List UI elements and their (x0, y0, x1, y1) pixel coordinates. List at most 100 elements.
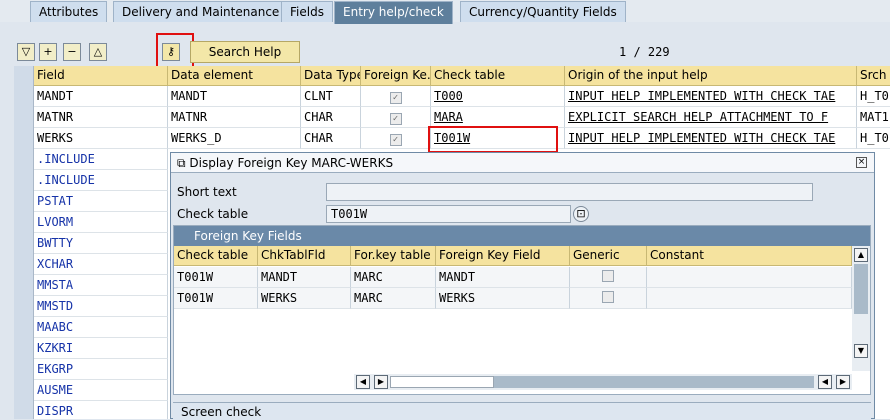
field-cell[interactable]: MMSTA (34, 275, 168, 296)
foreign-key-checkbox[interactable]: ✓ (361, 107, 431, 128)
fk-col-generic[interactable]: Generic (570, 246, 647, 266)
data-element-cell[interactable]: MANDT (168, 86, 301, 107)
fk-forkey-table-cell: MARC (351, 288, 436, 309)
scroll-left-icon[interactable]: ◀ (818, 375, 832, 389)
fk-col-constant[interactable]: Constant (647, 246, 852, 266)
short-text-field[interactable] (326, 183, 813, 201)
fk-col-chktablfld[interactable]: ChkTablFld (258, 246, 351, 266)
select-all-icon[interactable]: ▽ (17, 43, 35, 61)
check-table-link[interactable]: MARA (431, 107, 565, 128)
search-help-cell[interactable]: MAT1 (857, 107, 890, 128)
fk-check-table-cell: T001W (174, 267, 258, 288)
scroll-up-icon[interactable]: ▲ (854, 248, 868, 262)
data-type-cell: CHAR (301, 107, 361, 128)
tab-entry-help-check[interactable]: Entry help/check (334, 1, 453, 24)
col-foreign-key[interactable]: Foreign Ke.. (361, 66, 431, 86)
col-origin-input-help[interactable]: Origin of the input help (565, 66, 857, 86)
fk-constant-cell (647, 288, 852, 309)
data-type-cell: CHAR (301, 128, 361, 149)
fk-generic-checkbox[interactable] (570, 267, 647, 288)
fk-generic-checkbox[interactable] (570, 288, 647, 309)
fk-check-table-cell: T001W (174, 288, 258, 309)
scroll-right-icon[interactable]: ▶ (836, 375, 850, 389)
fk-constant-cell (647, 267, 852, 288)
field-cell[interactable]: XCHAR (34, 254, 168, 275)
screen-check-tab[interactable]: Screen check (173, 402, 871, 420)
data-type-cell: CLNT (301, 86, 361, 107)
screen-check-label: Screen check (181, 405, 262, 419)
tab-attributes[interactable]: Attributes (30, 1, 108, 22)
col-check-table[interactable]: Check table (431, 66, 565, 86)
fk-field-cell: MANDT (436, 267, 570, 288)
field-cell[interactable]: WERKS (34, 128, 168, 149)
display-table-icon[interactable]: ⊡ (573, 206, 589, 222)
field-cell[interactable]: LVORM (34, 212, 168, 233)
col-data-element[interactable]: Data element (168, 66, 301, 86)
fk-col-check-table[interactable]: Check table (174, 246, 258, 266)
foreign-key-checkbox[interactable]: ✓ (361, 128, 431, 149)
search-help-cell[interactable]: H_T0 (857, 128, 890, 149)
check-table-field[interactable]: T001W (326, 205, 571, 223)
data-element-cell[interactable]: WERKS_D (168, 128, 301, 149)
fk-field-cell: WERKS (436, 288, 570, 309)
field-cell[interactable]: PSTAT (34, 191, 168, 212)
field-cell[interactable]: MMSTD (34, 296, 168, 317)
scroll-right-icon[interactable]: ▶ (374, 375, 388, 389)
scroll-thumb[interactable] (494, 376, 814, 388)
fk-col-foreign-key-field[interactable]: Foreign Key Field (436, 246, 570, 266)
foreign-key-fields-table: Foreign Key Fields Check table ChkTablFl… (173, 225, 871, 395)
search-help-button[interactable]: Search Help (190, 41, 300, 63)
insert-row-icon[interactable]: + (39, 43, 57, 61)
move-up-icon[interactable]: △ (89, 43, 107, 61)
field-cell[interactable]: KZKRI (34, 338, 168, 359)
field-cell[interactable]: AUSME (34, 380, 168, 401)
dialog-title-bar: ⧉ Display Foreign Key MARC-WERKS (171, 153, 874, 173)
search-help-cell[interactable]: H_T0 (857, 86, 890, 107)
col-data-type[interactable]: Data Type (301, 66, 361, 86)
field-cell[interactable]: BWTTY (34, 233, 168, 254)
field-cell[interactable]: MANDT (34, 86, 168, 107)
fk-chktablfld-cell: MANDT (258, 267, 351, 288)
highlight-check-table (428, 126, 558, 153)
short-text-label: Short text (177, 185, 237, 199)
col-field[interactable]: Field (34, 66, 168, 86)
field-cell[interactable]: DISPR (34, 401, 168, 419)
scroll-thumb[interactable] (854, 264, 868, 314)
origin-input-help-cell[interactable]: EXPLICIT SEARCH HELP ATTACHMENT TO F (565, 107, 857, 128)
scroll-track[interactable] (390, 376, 494, 388)
close-icon[interactable]: × (856, 157, 867, 168)
tab-strip: Attributes Delivery and Maintenance Fiel… (0, 0, 890, 24)
field-cell[interactable]: .INCLUDE (34, 149, 168, 170)
fk-col-forkey-table[interactable]: For.key table (351, 246, 436, 266)
scroll-down-icon[interactable]: ▼ (854, 344, 868, 358)
field-cell[interactable]: .INCLUDE (34, 170, 168, 191)
foreign-key-checkbox[interactable]: ✓ (361, 86, 431, 107)
page-current: 1 (619, 45, 627, 59)
col-search-help[interactable]: Srch H (857, 66, 890, 86)
tab-fields[interactable]: Fields (281, 1, 333, 22)
fk-chktablfld-cell: WERKS (258, 288, 351, 309)
fk-table-title: Foreign Key Fields (174, 226, 870, 246)
fk-horizontal-scrollbar[interactable]: ◀ ▶ ◀ ▶ (354, 374, 852, 390)
dialog-title: Display Foreign Key MARC-WERKS (189, 156, 394, 170)
field-cell[interactable]: MAABC (34, 317, 168, 338)
origin-input-help-cell[interactable]: INPUT HELP IMPLEMENTED WITH CHECK TAE (565, 128, 857, 149)
foreign-key-dialog: ⧉ Display Foreign Key MARC-WERKS × Short… (170, 152, 875, 420)
toolbar (0, 30, 890, 68)
data-element-cell[interactable]: MATNR (168, 107, 301, 128)
tab-currency-quantity[interactable]: Currency/Quantity Fields (460, 1, 626, 22)
origin-input-help-cell[interactable]: INPUT HELP IMPLEMENTED WITH CHECK TAE (565, 86, 857, 107)
check-table-label: Check table (177, 207, 249, 221)
tab-delivery-maintenance[interactable]: Delivery and Maintenance (113, 1, 289, 22)
field-cell[interactable]: EKGRP (34, 359, 168, 380)
row-selector-column[interactable] (14, 66, 34, 419)
highlight-foreign-key (156, 33, 194, 68)
page-counter: 1 / 229 (619, 45, 670, 59)
fk-vertical-scrollbar[interactable]: ▲ ▼ (852, 246, 870, 371)
delete-row-icon[interactable]: − (63, 43, 81, 61)
fk-forkey-table-cell: MARC (351, 267, 436, 288)
dialog-icon: ⧉ (177, 156, 186, 170)
check-table-link[interactable]: T000 (431, 86, 565, 107)
scroll-left-icon[interactable]: ◀ (356, 375, 370, 389)
field-cell[interactable]: MATNR (34, 107, 168, 128)
